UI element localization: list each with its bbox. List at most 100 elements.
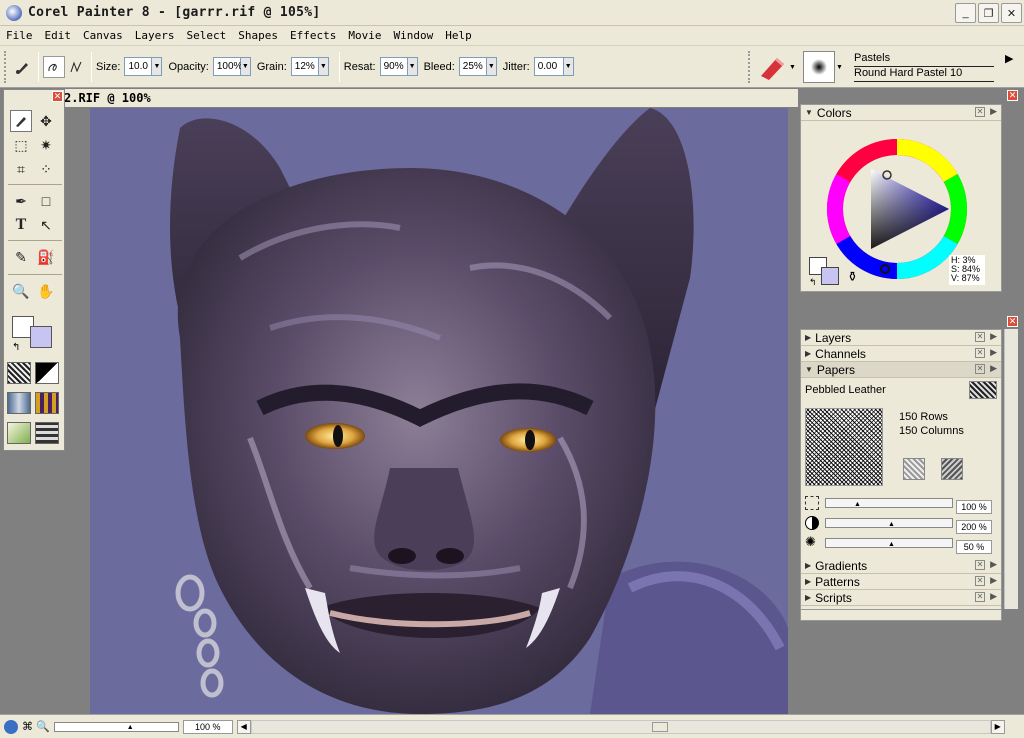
patterns-panel-header[interactable]: ▶ Patterns ✕ ▶ [801,574,1001,590]
crop-icon[interactable]: ⌗ [10,158,32,180]
expand-triangle-icon[interactable]: ▶ [805,333,811,342]
scale-slider[interactable]: ▲ [825,498,953,508]
expand-triangle-icon[interactable]: ▶ [805,593,811,602]
zoom-icon[interactable]: 🔍 [36,720,50,733]
panel-close-icon[interactable]: ✕ [975,592,985,602]
canvas[interactable] [90,108,788,714]
panel-menu-icon[interactable]: ▶ [990,575,997,586]
magnifier-icon[interactable]: 🔍 [10,280,32,302]
brush-tool-icon[interactable] [10,110,32,132]
shape-selection-icon[interactable]: ↖ [35,214,57,236]
resat-dropdown[interactable]: ▼ [407,57,418,76]
panel-menu-icon[interactable]: ▶ [990,591,997,602]
bleed-dropdown[interactable]: ▼ [486,57,497,76]
horizontal-scroll-thumb[interactable] [651,721,668,732]
menu-movie[interactable]: Movie [342,29,387,42]
bleed-input[interactable]: 25% [458,57,487,76]
selection-adjuster-icon[interactable]: ⁘ [35,158,57,180]
panel-close-icon[interactable]: ✕ [975,364,985,374]
gradients-panel-header[interactable]: ▶ Gradients ✕ ▶ [801,558,1001,574]
opacity-input[interactable]: 100% [212,57,242,76]
opacity-dropdown[interactable]: ▼ [240,57,251,76]
rectangular-selection-icon[interactable]: ⬚ [10,134,32,156]
menu-window[interactable]: Window [387,29,439,42]
paper-selector[interactable] [7,362,31,384]
contrast-value[interactable]: 200 % [956,520,992,534]
grain-dropdown[interactable]: ▼ [318,57,329,76]
grip-handle[interactable] [4,50,8,83]
panel-menu-icon[interactable]: ▶ [990,331,997,342]
jitter-input[interactable]: 0.00 [533,57,564,76]
propbar-more-arrow[interactable]: ▶ [1005,52,1013,65]
scale-value[interactable]: 100 % [956,500,992,514]
pattern-selector[interactable] [7,392,31,414]
panel-close-icon[interactable]: ✕ [975,332,985,342]
rectangle-shape-icon[interactable]: □ [35,190,57,212]
look-selector[interactable] [7,422,31,444]
canvas-info-icon[interactable] [4,719,18,734]
colors-panel-header[interactable]: ▼ Colors ✕ ▶ [801,105,1001,121]
collapse-triangle-icon[interactable]: ▼ [805,365,813,374]
straight-stroke-icon[interactable] [65,56,87,78]
horizontal-scrollbar[interactable] [250,719,991,734]
colors-panel-close-icon[interactable]: ✕ [1007,90,1018,101]
zoom-level[interactable]: 100 % [182,719,233,734]
scripts-panel-header[interactable]: ▶ Scripts ✕ ▶ [801,590,1001,606]
brush-tool-icon[interactable] [12,56,34,78]
panel-menu-icon[interactable]: ▶ [990,106,997,117]
panel-close-icon[interactable]: ✕ [975,560,985,570]
brush-category-icon[interactable] [756,51,788,83]
brightness-slider[interactable]: ▲ [825,538,953,548]
menu-effects[interactable]: Effects [284,29,342,42]
grain-input[interactable]: 12% [290,57,319,76]
layers-panel-header[interactable]: ▶ Layers ✕ ▶ [801,330,1001,346]
pen-icon[interactable]: ✒ [10,190,32,212]
paint-bucket-icon[interactable]: ⛽ [35,246,57,268]
menu-help[interactable]: Help [439,29,478,42]
scroll-left-button[interactable]: ◀ [236,719,251,734]
swap-colors-icon[interactable]: ↰ [12,342,20,353]
panels-close-icon[interactable]: ✕ [1007,316,1018,327]
menu-select[interactable]: Select [181,29,233,42]
additional-color-swatch[interactable] [30,326,52,348]
weave-selector[interactable] [35,392,59,414]
brush-variant-icon[interactable] [803,51,835,83]
brush-variant-dropdown[interactable]: ▼ [835,51,844,83]
papers-panel-header[interactable]: ▼ Papers ✕ ▶ [801,362,1001,378]
menu-edit[interactable]: Edit [39,29,78,42]
nozzle-selector[interactable] [35,422,59,444]
panel-close-icon[interactable]: ✕ [975,107,985,117]
minimize-button[interactable]: _ [955,3,976,23]
zoom-slider[interactable]: ▲ [53,721,179,732]
toolbox-close-icon[interactable]: ✕ [52,91,63,102]
text-icon[interactable]: T [10,214,32,236]
additional-color-swatch[interactable] [821,267,839,285]
panel-menu-icon[interactable]: ▶ [990,363,997,374]
grip-handle[interactable] [748,51,752,83]
channels-panel-header[interactable]: ▶ Channels ✕ ▶ [801,346,1001,362]
close-button[interactable]: ✕ [1001,3,1022,23]
resat-input[interactable]: 90% [379,57,408,76]
binoculars-icon[interactable]: ⌘ [22,720,33,733]
make-paper-icon[interactable] [941,458,963,480]
panel-close-icon[interactable]: ✕ [975,576,985,586]
brush-category-name[interactable]: Pastels [854,52,994,67]
brightness-value[interactable]: 50 % [956,540,992,554]
size-dropdown[interactable]: ▼ [152,57,163,76]
expand-triangle-icon[interactable]: ▶ [805,577,811,586]
collapse-triangle-icon[interactable]: ▼ [805,108,813,117]
panel-menu-icon[interactable]: ▶ [990,559,997,570]
scroll-right-button[interactable]: ▶ [990,719,1005,734]
dropper-icon[interactable]: ✎ [10,246,32,268]
menu-canvas[interactable]: Canvas [77,29,129,42]
expand-triangle-icon[interactable]: ▶ [805,349,811,358]
grabber-hand-icon[interactable]: ✋ [35,280,57,302]
brush-category-dropdown[interactable]: ▼ [788,51,797,83]
menu-file[interactable]: File [0,29,39,42]
restore-button[interactable]: ❐ [978,3,999,23]
brush-variant-name[interactable]: Round Hard Pastel 10 [854,67,994,82]
panels-scrollbar[interactable] [1004,329,1018,609]
layer-adjuster-icon[interactable]: ✥ [35,110,57,132]
menu-shapes[interactable]: Shapes [232,29,284,42]
size-input[interactable]: 10.0 [124,57,153,76]
